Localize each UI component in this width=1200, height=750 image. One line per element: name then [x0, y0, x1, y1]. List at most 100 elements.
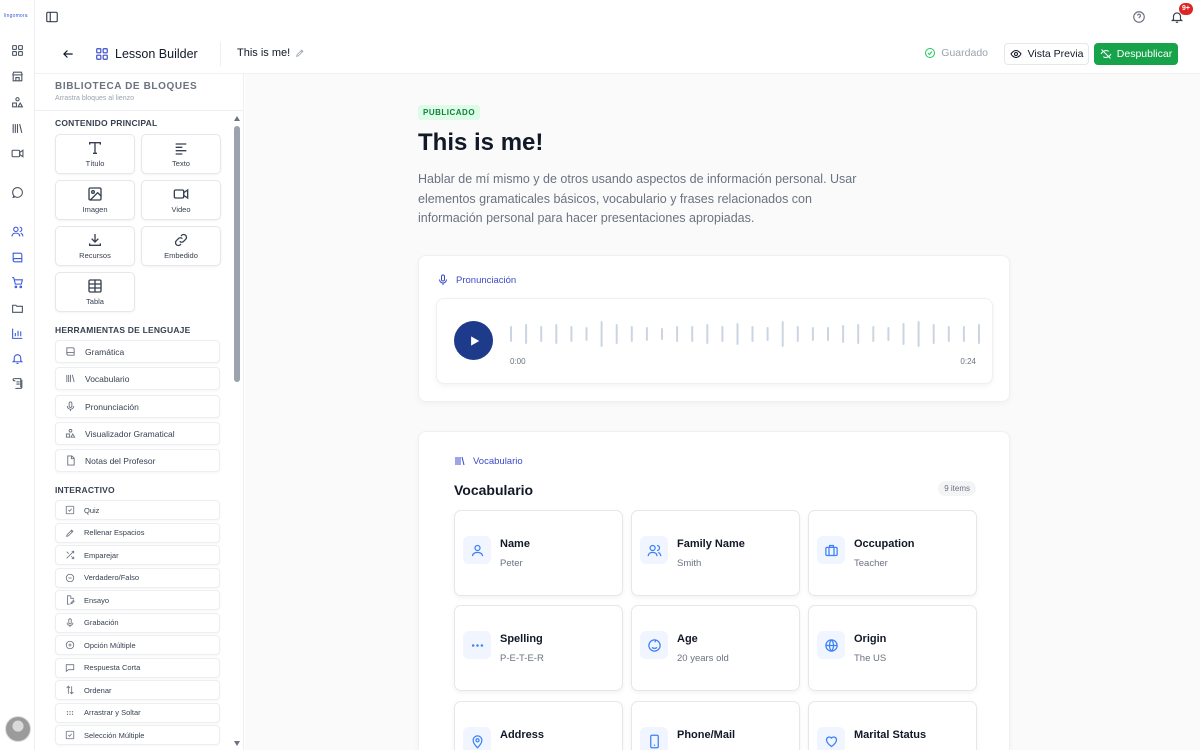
tool-grammar[interactable]: Gramática — [55, 340, 220, 363]
vocab-item[interactable]: Spelling P-E-T-E-R — [454, 605, 623, 691]
tool-vocabulary[interactable]: Vocabulario — [55, 367, 220, 390]
vocab-item-value: P-E-T-E-R — [500, 653, 544, 664]
arrow-up-down-icon — [65, 685, 75, 695]
save-status-label: Guardado — [941, 47, 988, 59]
lesson-builder-button[interactable]: Lesson Builder — [95, 42, 198, 66]
eye-icon — [1010, 48, 1022, 60]
vocab-item[interactable]: Origin The US — [808, 605, 977, 691]
shapes-icon[interactable] — [9, 94, 25, 110]
waveform-bar — [887, 327, 890, 341]
waveform-bar — [645, 327, 648, 341]
scroll-down-arrow-icon[interactable] — [234, 741, 240, 746]
waveform-bar — [902, 323, 905, 345]
pronunciation-block[interactable]: Pronunciación 0:00 0:24 — [418, 255, 1010, 402]
interactive-true-false[interactable]: Verdadero/Falso — [55, 567, 220, 588]
library-icon[interactable] — [9, 120, 25, 136]
play-button[interactable] — [454, 321, 493, 360]
block-image[interactable]: Imagen — [55, 180, 135, 220]
library-title: BIBLIOTECA DE BLOQUES — [55, 81, 198, 92]
users-icon[interactable] — [9, 223, 25, 239]
vocabulary-block[interactable]: Vocabulario Vocabulario 9 items Name Pet… — [418, 431, 1010, 750]
cart-icon[interactable] — [9, 274, 25, 290]
status-badge: PUBLICADO — [418, 105, 481, 120]
interactive-short-answer[interactable]: Respuesta Corta — [55, 657, 220, 678]
block-title[interactable]: Título — [55, 134, 135, 174]
book-icon — [65, 346, 76, 357]
interactive-multiple-choice[interactable]: Opción Múltiple — [55, 635, 220, 655]
interactive-quiz[interactable]: Quiz — [55, 500, 220, 520]
folder-icon[interactable] — [9, 300, 25, 316]
vocab-item[interactable]: Phone/Mail — [631, 701, 800, 750]
help-icon[interactable] — [1132, 10, 1146, 24]
vocab-item[interactable]: Occupation Teacher — [808, 510, 977, 596]
tool-grammar-visualizer[interactable]: Visualizador Gramatical — [55, 422, 220, 445]
vocab-item[interactable]: Name Peter — [454, 510, 623, 596]
block-resources[interactable]: Recursos — [55, 226, 135, 266]
interactive-order[interactable]: Ordenar — [55, 680, 220, 700]
scrollbar-thumb[interactable] — [234, 126, 240, 382]
time-start: 0:00 — [510, 357, 526, 366]
lesson-description[interactable]: Hablar de mí mismo y de otros usando asp… — [418, 170, 868, 229]
tool-label: Vocabulario — [85, 373, 130, 384]
tool-pronunciation[interactable]: Pronunciación — [55, 395, 220, 418]
back-arrow-icon[interactable] — [61, 47, 75, 61]
waveform-bar — [857, 324, 860, 344]
chart-icon[interactable] — [9, 325, 25, 341]
header-divider — [220, 42, 221, 66]
waveform-bar — [555, 324, 558, 344]
audio-waveform[interactable] — [510, 317, 980, 351]
vocab-item[interactable]: Family Name Smith — [631, 510, 800, 596]
store-icon[interactable] — [9, 68, 25, 84]
scroll-up-arrow-icon[interactable] — [234, 116, 240, 121]
preview-button[interactable]: Vista Previa — [1004, 43, 1089, 65]
waveform-bar — [676, 326, 679, 342]
tool-label: Visualizador Gramatical — [85, 428, 175, 439]
vocabulary-block-label: Vocabulario — [454, 455, 523, 467]
vocab-item[interactable]: Marital Status — [808, 701, 977, 750]
interactive-fill-blanks[interactable]: Rellenar Espacios — [55, 522, 220, 543]
interactive-recording[interactable]: Grabación — [55, 612, 220, 633]
tool-teacher-notes[interactable]: Notas del Profesor — [55, 449, 220, 472]
block-video[interactable]: Video — [141, 180, 221, 220]
message-square-icon — [65, 663, 75, 673]
waveform-bar — [525, 324, 528, 344]
eye-off-icon — [1100, 48, 1112, 60]
library-scrollbar[interactable] — [233, 114, 241, 750]
block-table[interactable]: Tabla — [55, 272, 135, 312]
interactive-essay[interactable]: Ensayo — [55, 590, 220, 610]
block-embed[interactable]: Embedido — [141, 226, 221, 266]
section-language-tools: HERRAMIENTAS DE LENGUAJE — [55, 325, 191, 335]
scroll-icon[interactable] — [9, 375, 25, 391]
edit-pencil-icon[interactable] — [295, 48, 305, 58]
waveform-bar — [811, 327, 814, 341]
interactive-label: Respuesta Corta — [84, 663, 141, 672]
preview-label: Vista Previa — [1027, 48, 1084, 60]
lesson-title[interactable]: This is me! — [418, 129, 543, 157]
tool-label: Gramática — [85, 346, 125, 357]
tool-label: Pronunciación — [85, 401, 139, 412]
vocab-item[interactable]: Age 20 years old — [631, 605, 800, 691]
waveform-bar — [766, 327, 769, 341]
circle-minus-icon — [65, 573, 75, 583]
unpublish-button[interactable]: Despublicar — [1094, 43, 1178, 65]
waveform-bar — [585, 327, 588, 341]
vocab-item[interactable]: Address — [454, 701, 623, 750]
app-logo[interactable]: lingomora — [4, 13, 28, 19]
bell-icon[interactable] — [9, 350, 25, 366]
sidebar-toggle-icon[interactable] — [45, 10, 59, 24]
check-square-icon — [65, 505, 75, 515]
interactive-match[interactable]: Emparejar — [55, 545, 220, 565]
block-label: Tabla — [86, 297, 104, 306]
mic-icon — [65, 618, 75, 628]
book-icon[interactable] — [9, 249, 25, 265]
dashboard-icon[interactable] — [9, 42, 25, 58]
doc-title[interactable]: This is me! — [237, 47, 305, 59]
video-icon[interactable] — [9, 145, 25, 161]
waveform-bar — [570, 326, 573, 342]
waveform-bar — [872, 326, 875, 342]
chat-icon[interactable] — [9, 184, 25, 200]
block-text[interactable]: Texto — [141, 134, 221, 174]
avatar[interactable] — [5, 716, 31, 742]
interactive-drag-drop[interactable]: Arrastrar y Soltar — [55, 702, 220, 723]
interactive-multi-select[interactable]: Selección Múltiple — [55, 725, 220, 745]
